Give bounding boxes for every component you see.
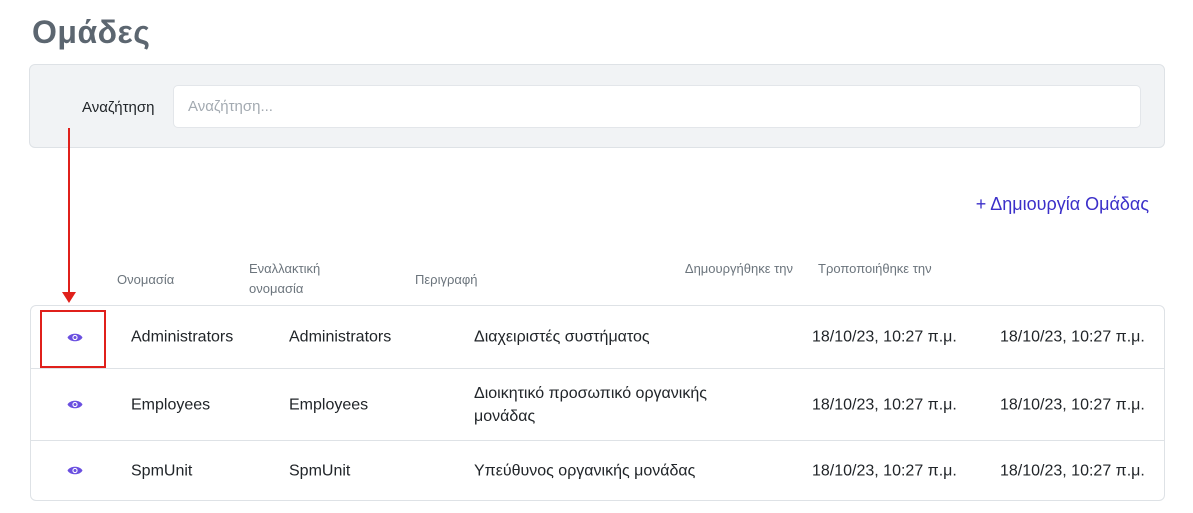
table-header: Ονομασία Εναλλακτική ονομασία Περιγραφή … (0, 256, 1193, 300)
table-row: Employees Employees Διοικητικό προσωπικό… (31, 368, 1164, 440)
header-name[interactable]: Ονομασία (117, 270, 174, 290)
header-alt-name[interactable]: Εναλλακτική ονομασία (249, 259, 359, 299)
search-label: Αναζήτηση (82, 99, 155, 116)
row-alt-name: SpmUnit (289, 462, 351, 479)
search-input[interactable] (173, 85, 1141, 128)
groups-table: Administrators Administrators Διαχειριστ… (30, 305, 1165, 501)
table-row: SpmUnit SpmUnit Υπεύθυνος οργανικής μονά… (31, 440, 1164, 500)
row-alt-name: Administrators (289, 328, 392, 346)
row-name: Employees (131, 396, 211, 413)
row-name: Administrators (131, 328, 234, 346)
row-description: Υπεύθυνος οργανικής μονάδας (474, 462, 696, 479)
row-modified: 18/10/23, 10:27 π.μ. (1000, 462, 1145, 479)
eye-icon[interactable] (66, 398, 84, 412)
table-row: Administrators Administrators Διαχειριστ… (31, 306, 1164, 368)
row-modified: 18/10/23, 10:27 π.μ. (1000, 396, 1145, 413)
header-description[interactable]: Περιγραφή (415, 270, 478, 290)
row-description: Διοικητικό προσωπικό οργανικής μονάδας (474, 384, 707, 425)
row-created: 18/10/23, 10:27 π.μ. (812, 328, 957, 346)
page-title: Ομάδες (32, 14, 151, 50)
search-panel: Αναζήτηση (29, 64, 1165, 148)
row-name: SpmUnit (131, 462, 193, 479)
row-modified: 18/10/23, 10:27 π.μ. (1000, 328, 1145, 346)
header-modified[interactable]: Τροποποιήθηκε την (818, 259, 958, 279)
annotation-arrow-head (62, 292, 76, 303)
row-description: Διαχειριστές συστήματος (474, 328, 650, 346)
eye-icon[interactable] (66, 330, 84, 344)
row-alt-name: Employees (289, 396, 369, 413)
eye-icon[interactable] (66, 464, 84, 478)
header-created[interactable]: Δημουργήθηκε την (673, 259, 793, 279)
row-created: 18/10/23, 10:27 π.μ. (812, 396, 957, 413)
annotation-arrow-line (68, 128, 70, 294)
create-group-link[interactable]: + Δημιουργία Ομάδας (976, 194, 1149, 215)
row-created: 18/10/23, 10:27 π.μ. (812, 462, 957, 479)
